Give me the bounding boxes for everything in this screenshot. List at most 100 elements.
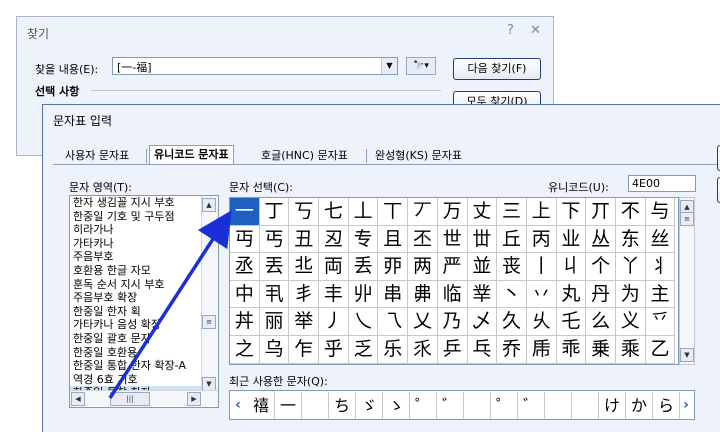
character-cell[interactable]: 专 xyxy=(348,225,379,254)
recent-char-cell[interactable]: ゛ xyxy=(518,392,545,419)
scroll-down-icon[interactable]: ▼ xyxy=(202,377,216,391)
character-cell[interactable]: 乜 xyxy=(289,363,320,364)
character-cell[interactable]: 个 xyxy=(586,253,616,281)
character-cell[interactable]: 丅 xyxy=(378,198,409,226)
character-cell[interactable]: 丠 xyxy=(289,253,320,281)
character-cell[interactable]: 乗 xyxy=(586,335,616,364)
character-cell[interactable]: 乆 xyxy=(526,308,557,336)
character-cell[interactable]: 一 xyxy=(230,198,260,226)
character-cell[interactable]: 严 xyxy=(437,253,468,281)
close-icon[interactable]: ✕ xyxy=(530,23,541,38)
scroll-left-icon[interactable]: ◀ xyxy=(71,392,85,406)
character-cell[interactable]: 丧 xyxy=(497,253,527,281)
character-cell[interactable]: 不 xyxy=(615,198,646,226)
tab-unicode[interactable]: 유니코드 문자표 xyxy=(149,145,234,165)
character-grid[interactable]: 一丁丂七丄丅丆万丈三上下丌不与丏丐丑丒专且丕世丗丘丙业丛东丝丞丟丠両丢丣两严並丧… xyxy=(229,197,679,365)
tab-ks[interactable]: 완성형(KS) 문자표 xyxy=(371,147,466,165)
character-cell[interactable]: 丩 xyxy=(556,253,587,281)
character-cell[interactable]: 丸 xyxy=(556,280,587,309)
tab-hnc[interactable]: 호글(HNC) 문자표 xyxy=(257,147,352,165)
character-cell[interactable]: 丕 xyxy=(408,225,438,254)
area-list-item[interactable]: 한중일 한자 획 xyxy=(70,305,218,319)
character-cell[interactable]: 丆 xyxy=(408,198,438,226)
character-cell[interactable]: 乎 xyxy=(319,335,349,364)
area-list-item[interactable]: 한중일 괄호 문자 xyxy=(70,332,218,346)
tab-user[interactable]: 사용자 문자표 xyxy=(61,147,133,165)
character-cell[interactable]: 乃 xyxy=(437,308,468,336)
area-list-item[interactable]: 한자 생김꼴 지시 부호 xyxy=(70,196,218,210)
scroll-right-icon[interactable]: ▶ xyxy=(187,392,201,406)
character-cell[interactable]: 丼 xyxy=(230,308,260,336)
character-cell[interactable]: 乕 xyxy=(526,335,557,364)
character-cell[interactable]: 中 xyxy=(230,280,260,309)
recent-char-cell[interactable]: ゝ xyxy=(383,392,410,419)
binoculars-icon[interactable]: 🔭▾ xyxy=(406,57,436,75)
character-cell[interactable]: 丌 xyxy=(586,198,616,226)
character-cell[interactable]: 丰 xyxy=(319,280,349,309)
character-cell[interactable]: 丬 xyxy=(645,253,676,281)
character-cell[interactable]: 並 xyxy=(467,253,498,281)
character-cell[interactable]: 乞 xyxy=(349,363,379,364)
recent-char-cell[interactable] xyxy=(302,392,329,419)
character-cell[interactable]: 乛 xyxy=(260,363,290,364)
character-cell[interactable]: 且 xyxy=(378,225,409,254)
recent-char-cell[interactable]: ゜ xyxy=(491,392,518,419)
character-cell[interactable]: 丶 xyxy=(497,280,527,309)
search-input[interactable]: [一-福] xyxy=(117,61,152,74)
area-list[interactable]: 한자 생김꼴 지시 부호 한중일 기호 및 구두점 히라가나 가타카나 주음부호 호환용 … xyxy=(69,195,219,408)
character-cell[interactable]: 丄 xyxy=(348,198,379,226)
character-cell[interactable]: 丈 xyxy=(467,198,498,226)
character-cell[interactable]: 上 xyxy=(526,198,557,226)
character-cell[interactable]: 丣 xyxy=(378,253,409,281)
character-cell[interactable]: 与 xyxy=(645,198,676,226)
area-list-vscrollbar[interactable]: ▲ ≡ ▼ xyxy=(201,196,218,392)
area-list-item[interactable]: 한중일 기호 및 구두점 xyxy=(70,210,218,224)
area-list-item[interactable]: 훈독 순서 지시 부호 xyxy=(70,278,218,292)
character-cell[interactable]: 乏 xyxy=(348,335,379,364)
character-cell[interactable]: 乚 xyxy=(230,363,260,364)
area-list-item[interactable]: 주음부호 xyxy=(70,250,218,264)
character-cell[interactable]: 丹 xyxy=(586,280,616,309)
character-cell[interactable]: 义 xyxy=(615,308,646,336)
character-cell[interactable]: 乇 xyxy=(556,308,587,336)
character-cell[interactable]: 之 xyxy=(230,335,260,364)
character-cell[interactable]: 丫 xyxy=(615,253,646,281)
scroll-thumb-grip-icon[interactable]: ≡ xyxy=(202,315,216,329)
character-cell[interactable]: 丝 xyxy=(645,225,676,254)
character-cell[interactable]: 丳 xyxy=(408,280,438,309)
character-cell[interactable]: 乔 xyxy=(497,335,527,364)
character-cell[interactable]: 丢 xyxy=(348,253,379,281)
recent-char-cell[interactable]: ゜ xyxy=(410,392,437,419)
character-cell[interactable]: 乍 xyxy=(289,335,320,364)
chevron-right-icon[interactable]: › xyxy=(678,392,694,419)
recent-char-cell[interactable]: け xyxy=(599,392,626,419)
character-cell[interactable]: 丨 xyxy=(526,253,557,281)
character-cell[interactable]: 丙 xyxy=(526,225,557,254)
character-cell[interactable]: 乂 xyxy=(408,308,438,336)
character-cell[interactable]: 临 xyxy=(437,280,468,309)
character-cell[interactable]: 丑 xyxy=(289,225,320,254)
area-list-item[interactable]: 히라가나 xyxy=(70,223,218,237)
character-cell[interactable]: 万 xyxy=(437,198,468,226)
area-list-item[interactable]: 주음부호 확장 xyxy=(70,291,218,305)
character-cell[interactable]: 乙 xyxy=(645,335,676,364)
chevron-left-icon[interactable]: ‹ xyxy=(230,392,246,419)
character-cell[interactable]: 丵 xyxy=(467,280,498,309)
grid-scrollbar[interactable]: ▲ ≡ ▼ xyxy=(679,197,695,365)
recent-char-cell[interactable] xyxy=(464,392,491,419)
character-cell[interactable]: 乓 xyxy=(467,335,498,364)
chevron-down-icon[interactable]: ▼ xyxy=(381,58,397,74)
character-cell[interactable]: 丘 xyxy=(497,225,527,254)
character-cell[interactable]: 丷 xyxy=(526,280,557,309)
character-cell[interactable]: 为 xyxy=(615,280,646,309)
character-cell[interactable]: 下 xyxy=(556,198,587,226)
character-cell[interactable]: 举 xyxy=(289,308,320,336)
recent-char-cell[interactable]: 一 xyxy=(275,392,302,419)
recent-char-cell[interactable] xyxy=(545,392,572,419)
scroll-up-icon[interactable]: ▲ xyxy=(202,198,216,212)
character-cell[interactable]: 丯 xyxy=(289,280,320,309)
recent-char-cell[interactable]: 禧 xyxy=(248,392,275,419)
character-cell[interactable]: 也 xyxy=(378,363,409,364)
character-cell[interactable]: 乄 xyxy=(467,308,498,336)
character-cell[interactable]: 业 xyxy=(556,225,587,254)
